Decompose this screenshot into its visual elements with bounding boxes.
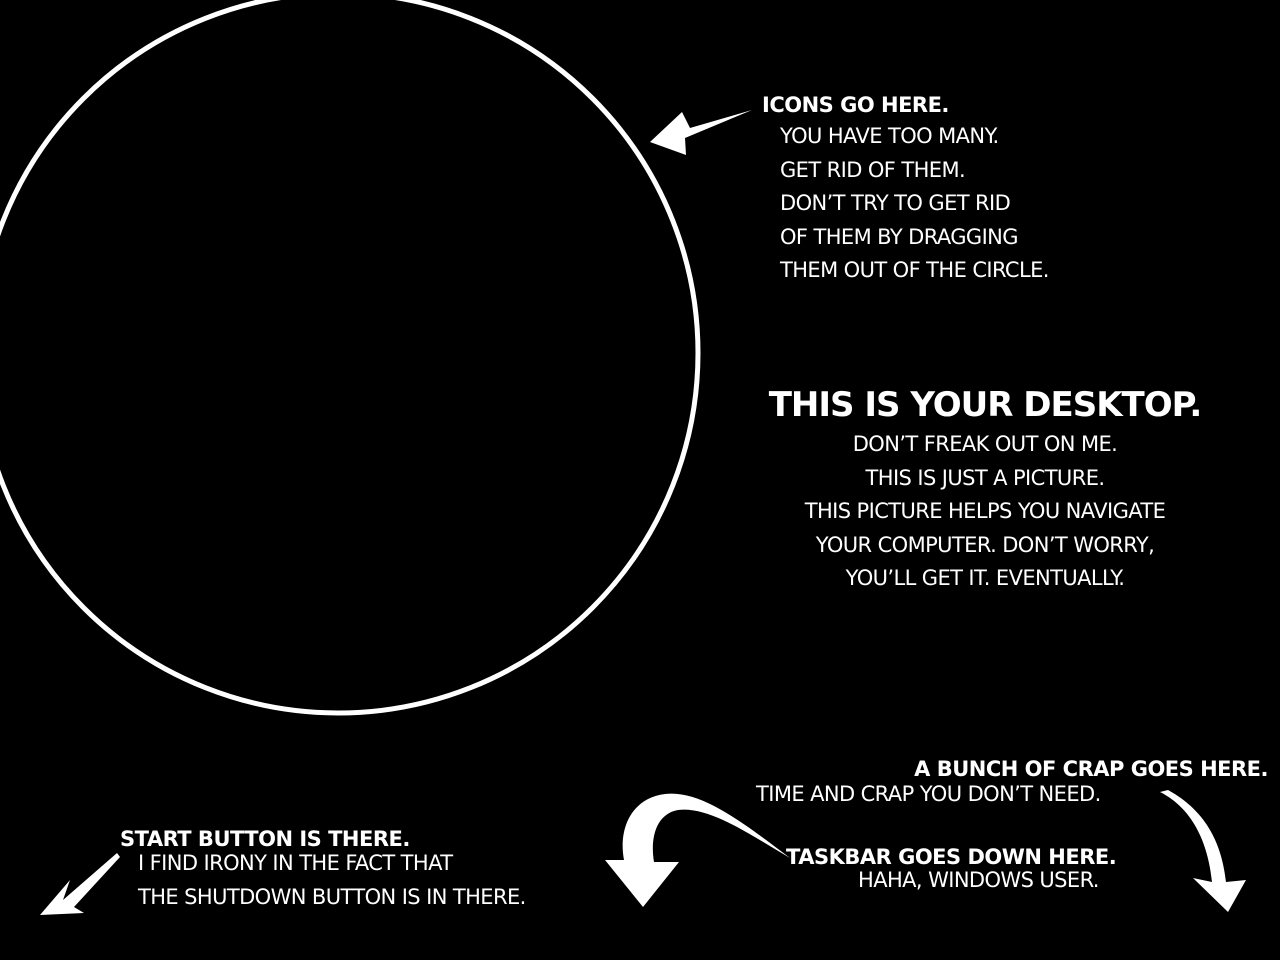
start-note: START BUTTON IS THERE. I FIND IRONY IN T… [120,824,526,914]
start-note-line: THE SHUTDOWN BUTTON IS IN THERE. [138,885,526,909]
taskbar-left-arrow-icon [605,793,790,907]
taskbar-note-line: HAHA, WINDOWS USER. [858,868,1099,892]
desktop-note-line: YOUR COMPUTER. DON’T WORRY, [815,532,1155,557]
taskbar-note: TASKBAR GOES DOWN HERE. HAHA, WINDOWS US… [786,842,1176,892]
desktop-note-line: THIS IS JUST A PICTURE. [865,465,1106,490]
desktop-note-line: DON’T FREAK OUT ON ME. [852,432,1118,456]
desktop-note: THIS IS YOUR DESKTOP. DON’T FREAK OUT ON… [710,382,1260,596]
start-note-line: I FIND IRONY IN THE FACT THAT [138,851,453,875]
icons-note-line: OF THEM BY DRAGGING [780,224,1019,249]
start-arrow-icon [40,853,120,915]
crap-note: A BUNCH OF CRAP GOES HERE. TIME AND CRAP… [740,754,1269,806]
crap-note-line: TIME AND CRAP YOU DON’T NEED. [756,782,1101,806]
desktop-note-line: THIS PICTURE HELPS YOU NAVIGATE [804,499,1166,523]
icons-arrow-icon [650,110,752,155]
icons-note-heading: ICONS GO HERE. [762,93,949,117]
desktop-note-line: YOU’LL GET IT. EVENTUALLY. [845,566,1125,590]
crap-note-heading: A BUNCH OF CRAP GOES HERE. [914,757,1268,781]
icon-area-circle [0,0,701,716]
icons-note-line: YOU HAVE TOO MANY. [780,124,999,148]
desktop-note-heading: THIS IS YOUR DESKTOP. [768,385,1203,425]
icons-note-line: DON’T TRY TO GET RID [780,191,1011,215]
icons-note-line: THEM OUT OF THE CIRCLE. [780,258,1049,282]
icons-note-line: GET RID OF THEM. [780,157,966,182]
icons-note: ICONS GO HERE. YOU HAVE TOO MANY. GET RI… [762,90,1049,288]
